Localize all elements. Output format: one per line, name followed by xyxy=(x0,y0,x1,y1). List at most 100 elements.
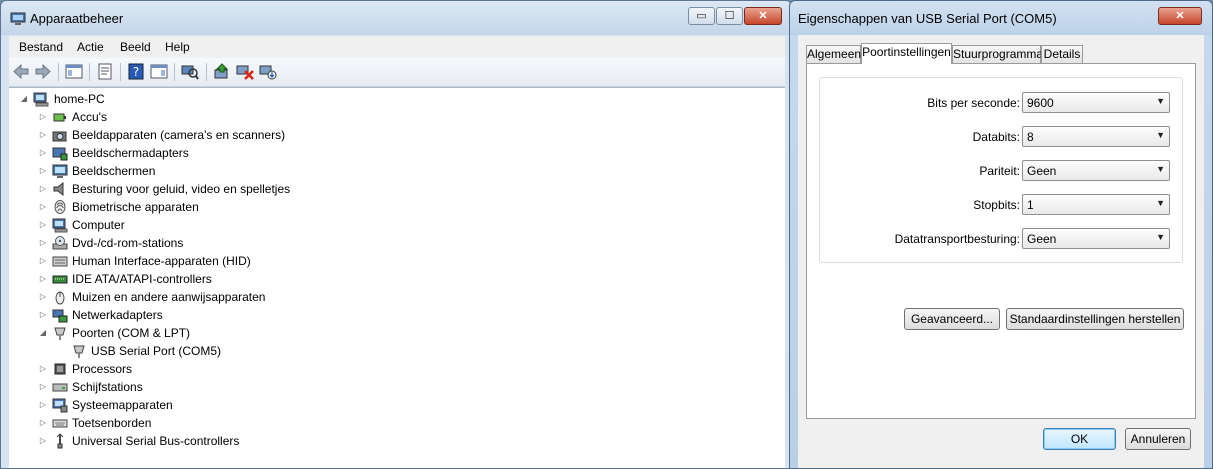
tree-category-label: Biometrische apparaten xyxy=(72,200,199,214)
collapse-triangle-icon[interactable]: ▷ xyxy=(38,396,48,414)
disk-drive-icon xyxy=(52,383,68,392)
collapse-triangle-icon[interactable]: ▷ xyxy=(38,360,48,378)
collapse-triangle-icon[interactable]: ▷ xyxy=(38,144,48,162)
toolbar: ? xyxy=(9,58,785,87)
show-hide-console-tree-icon[interactable] xyxy=(65,63,83,80)
chevron-down-icon: ▼ xyxy=(1156,198,1165,208)
ok-button[interactable]: OK xyxy=(1043,428,1116,450)
collapse-triangle-icon[interactable]: ▷ xyxy=(38,216,48,234)
tree-category-label: Besturing voor geluid, video en spelletj… xyxy=(72,182,291,196)
flow-control-row: Datatransportbesturing: Geen ▼ xyxy=(820,228,1184,250)
keyboard-icon xyxy=(52,419,68,428)
collapse-triangle-icon[interactable]: ▷ xyxy=(38,180,48,198)
databits-value: 8 xyxy=(1027,130,1034,144)
display-adapter-icon xyxy=(52,147,68,161)
tab-poortinstellingen[interactable]: Poortinstellingen xyxy=(861,43,952,64)
tab-algemeen[interactable]: Algemeen xyxy=(806,45,861,63)
minimize-button[interactable]: ▭ xyxy=(688,7,715,25)
tab-stuurprogramma[interactable]: Stuurprogramma xyxy=(952,45,1043,63)
tree-category-label: Accu's xyxy=(72,110,107,124)
menu-beeld[interactable]: Beeld xyxy=(120,40,151,54)
collapse-triangle-icon[interactable]: ▷ xyxy=(38,270,48,288)
properties-icon[interactable] xyxy=(96,63,114,80)
maximize-button[interactable]: ☐ xyxy=(716,7,743,25)
databits-label: Databits: xyxy=(972,130,1020,144)
restore-defaults-button[interactable]: Standaardinstellingen herstellen xyxy=(1006,308,1184,330)
collapse-triangle-icon[interactable]: ▷ xyxy=(38,252,48,270)
tree-category-label: Poorten (COM & LPT) xyxy=(72,326,191,340)
databits-select[interactable]: 8 ▼ xyxy=(1022,126,1170,147)
tab-details[interactable]: Details xyxy=(1041,45,1083,63)
action-pane-icon[interactable] xyxy=(150,63,168,80)
monitor-icon xyxy=(52,164,68,178)
expand-triangle-icon[interactable]: ◢ xyxy=(38,324,48,342)
chevron-down-icon: ▼ xyxy=(1156,96,1165,106)
menu-help[interactable]: Help xyxy=(165,40,190,54)
tree-category-label: Dvd-/cd-rom-stations xyxy=(72,236,184,250)
parity-value: Geen xyxy=(1027,164,1057,178)
properties-title: Eigenschappen van USB Serial Port (COM5) xyxy=(798,11,1057,26)
device-manager-window: Apparaatbeheer ▭ ☐ ✕ Bestand Actie Beeld… xyxy=(0,0,792,469)
network-adapter-icon xyxy=(52,309,68,323)
tree-category-label: Processors xyxy=(72,362,133,376)
collapse-triangle-icon[interactable]: ▷ xyxy=(38,198,48,216)
device-manager-title: Apparaatbeheer xyxy=(30,11,124,26)
menu-bestand[interactable]: Bestand xyxy=(19,40,63,54)
device-tree[interactable]: ◢ home-PC ▷ Accu's ▷ Beeldapparaten (camera… xyxy=(9,87,785,468)
properties-dialog: Eigenschappen van USB Serial Port (COM5)… xyxy=(789,0,1213,469)
expand-triangle-icon[interactable]: ◢ xyxy=(19,90,29,108)
tree-category-label: IDE ATA/ATAPI-controllers xyxy=(72,272,212,286)
dialog-close-button[interactable]: ✕ xyxy=(1158,7,1202,25)
mouse-icon xyxy=(55,291,65,305)
flow-control-select[interactable]: Geen ▼ xyxy=(1022,228,1170,249)
stopbits-value: 1 xyxy=(1027,198,1034,212)
collapse-triangle-icon[interactable]: ▷ xyxy=(38,414,48,432)
bits-per-second-select[interactable]: 9600 ▼ xyxy=(1022,92,1170,113)
parity-select[interactable]: Geen ▼ xyxy=(1022,160,1170,181)
scan-hardware-icon[interactable] xyxy=(181,63,199,80)
parity-row: Pariteit: Geen ▼ xyxy=(820,160,1184,182)
uninstall-device-icon[interactable] xyxy=(259,63,277,80)
collapse-triangle-icon[interactable]: ▷ xyxy=(38,306,48,324)
forward-arrow-icon[interactable] xyxy=(34,63,52,80)
tree-category-label: Toetsenborden xyxy=(72,416,152,430)
battery-icon xyxy=(53,113,66,122)
collapse-triangle-icon[interactable]: ▷ xyxy=(38,108,48,126)
ide-controller-icon xyxy=(52,275,68,284)
collapse-triangle-icon[interactable]: ▷ xyxy=(38,162,48,180)
bits-per-second-value: 9600 xyxy=(1027,96,1054,110)
stopbits-row: Stopbits: 1 ▼ xyxy=(820,194,1184,216)
disable-device-icon[interactable] xyxy=(236,63,254,80)
stopbits-select[interactable]: 1 ▼ xyxy=(1022,194,1170,215)
properties-title-bar[interactable]: Eigenschappen van USB Serial Port (COM5)… xyxy=(790,1,1212,35)
back-arrow-icon[interactable] xyxy=(12,63,30,80)
computer-icon xyxy=(52,218,68,233)
usb-icon xyxy=(56,433,64,449)
chevron-down-icon: ▼ xyxy=(1156,164,1165,174)
system-device-icon xyxy=(52,398,68,413)
collapse-triangle-icon[interactable]: ▷ xyxy=(38,288,48,306)
collapse-triangle-icon[interactable]: ▷ xyxy=(38,126,48,144)
tree-category-label: Muizen en andere aanwijsapparaten xyxy=(72,290,266,304)
hid-icon xyxy=(52,256,68,267)
flow-control-label: Datatransportbesturing: xyxy=(894,232,1020,246)
help-icon[interactable]: ? xyxy=(127,63,145,80)
port-icon xyxy=(73,345,85,358)
collapse-triangle-icon[interactable]: ▷ xyxy=(38,432,48,450)
cancel-button[interactable]: Annuleren xyxy=(1125,428,1191,450)
collapse-triangle-icon[interactable]: ▷ xyxy=(38,234,48,252)
menu-bar: Bestand Actie Beeld Help xyxy=(9,36,785,58)
port-settings-panel: Bits per seconde: 9600 ▼ Databits: 8 ▼ Par… xyxy=(806,63,1196,419)
fingerprint-icon xyxy=(54,200,66,214)
tree-category-label: Beeldapparaten (camera's en scanners) xyxy=(72,128,286,142)
tree-category-label: Beeldschermen xyxy=(72,164,156,178)
collapse-triangle-icon[interactable]: ▷ xyxy=(38,378,48,396)
tree-category-label: Schijfstations xyxy=(72,380,143,394)
menu-actie[interactable]: Actie xyxy=(77,40,104,54)
speaker-icon xyxy=(53,181,64,197)
device-manager-title-bar[interactable]: Apparaatbeheer ▭ ☐ ✕ xyxy=(1,1,791,35)
advanced-button[interactable]: Geavanceerd... xyxy=(904,308,1000,330)
tree-category-label: Beeldschermadapters xyxy=(72,146,189,160)
update-driver-icon[interactable] xyxy=(213,63,231,80)
close-button[interactable]: ✕ xyxy=(744,7,782,25)
